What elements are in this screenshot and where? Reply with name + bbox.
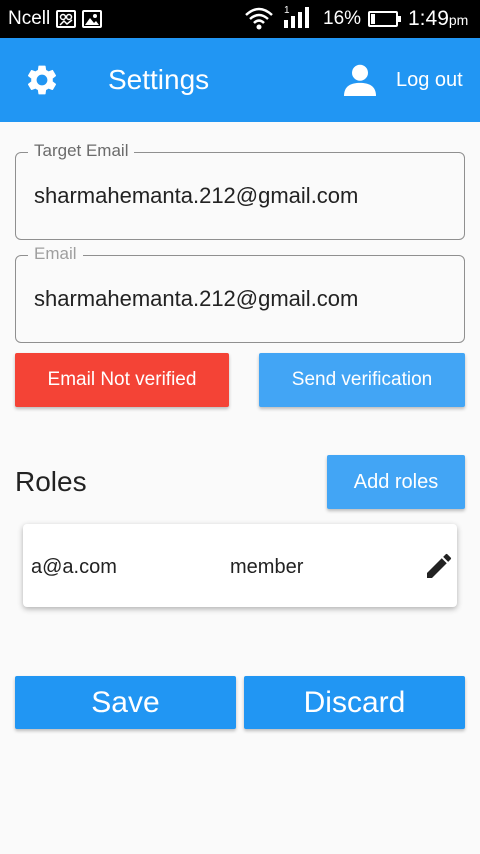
role-card: a@a.com member xyxy=(23,524,457,607)
email-field[interactable]: Email sharmahemanta.212@gmail.com xyxy=(15,244,465,343)
target-email-label: Target Email xyxy=(28,141,135,161)
target-email-value[interactable]: sharmahemanta.212@gmail.com xyxy=(34,183,358,209)
carrier-name: Ncell xyxy=(8,8,51,29)
page-title: Settings xyxy=(108,64,210,95)
person-icon[interactable] xyxy=(342,64,378,96)
email-label: Email xyxy=(28,244,83,264)
status-bar: Ncell 1 16% 1:49pm xyxy=(0,0,480,38)
clock-suffix: pm xyxy=(448,12,469,28)
role-name: member xyxy=(230,556,304,578)
clock-time: 1:49 xyxy=(408,7,449,30)
role-email: a@a.com xyxy=(31,556,117,578)
wifi-icon xyxy=(245,7,273,30)
add-roles-button[interactable]: Add roles xyxy=(327,455,465,509)
send-verification-button[interactable]: Send verification xyxy=(259,353,465,407)
email-value[interactable]: sharmahemanta.212@gmail.com xyxy=(34,286,358,312)
roles-heading: Roles xyxy=(15,466,87,497)
target-email-field[interactable]: Target Email sharmahemanta.212@gmail.com xyxy=(15,141,465,240)
battery-percent: 16% xyxy=(323,8,362,29)
clock: 1:49pm xyxy=(408,7,468,31)
signal-icon: 1 xyxy=(284,5,309,28)
edit-icon[interactable] xyxy=(423,550,455,582)
save-button[interactable]: Save xyxy=(15,676,236,729)
logout-button[interactable]: Log out xyxy=(396,69,463,92)
battery-icon xyxy=(368,11,401,27)
image-icon xyxy=(56,10,76,28)
svg-text:1: 1 xyxy=(284,5,290,16)
email-not-verified-button[interactable]: Email Not verified xyxy=(15,353,229,407)
gear-icon[interactable] xyxy=(24,62,60,98)
image-icon xyxy=(82,10,102,28)
discard-button[interactable]: Discard xyxy=(244,676,465,729)
battery-level xyxy=(371,14,375,24)
app-bar: Settings Log out xyxy=(0,38,480,122)
